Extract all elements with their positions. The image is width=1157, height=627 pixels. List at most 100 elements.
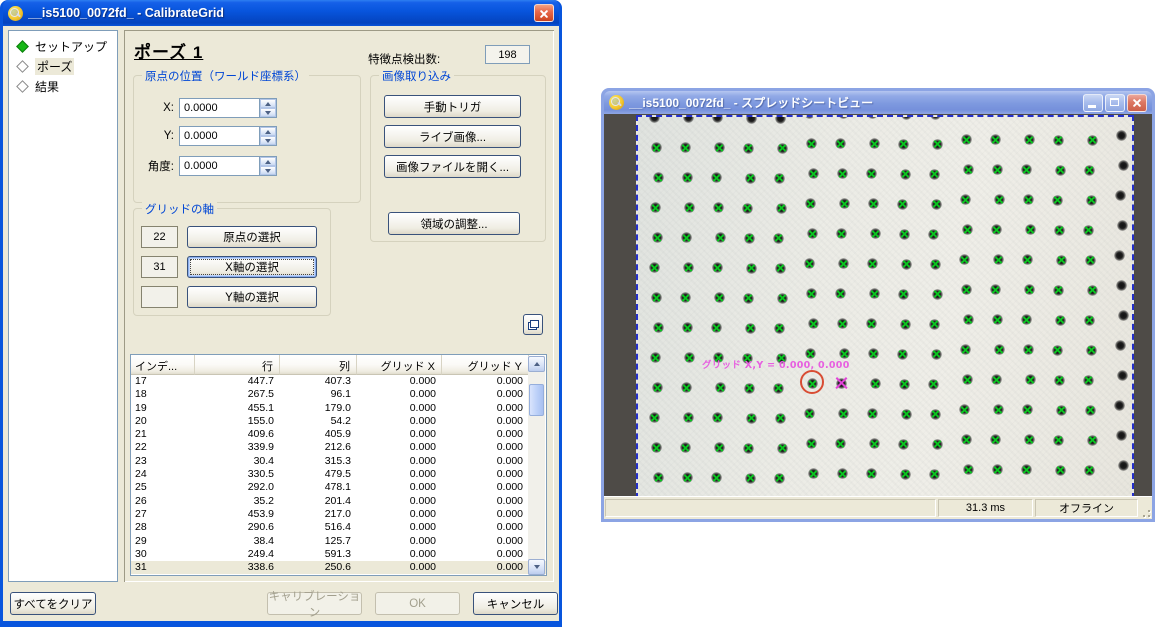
feature-mark-icon — [1024, 134, 1035, 145]
close-button[interactable] — [534, 4, 554, 22]
cancel-button[interactable]: キャンセル — [473, 592, 558, 615]
calibration-grid-image[interactable]: グリッド X,Y = 0.000, 0.000 — [636, 115, 1134, 496]
grid-coordinate-annotation: グリッド X,Y = 0.000, 0.000 — [702, 357, 850, 371]
column-header[interactable]: グリッド Y — [442, 355, 529, 375]
minimize-button[interactable] — [1083, 94, 1103, 112]
column-header[interactable]: グリッド X — [357, 355, 442, 375]
column-header[interactable]: インデ... — [131, 355, 195, 375]
table-cell: 96.1 — [280, 388, 357, 401]
feature-mark-icon — [650, 202, 661, 213]
table-row[interactable]: 22339.9212.60.0000.000 — [131, 441, 546, 454]
feature-mark-icon — [1056, 405, 1067, 416]
spin-up-button[interactable] — [260, 157, 276, 166]
table-row[interactable]: 25292.0478.10.0000.000 — [131, 481, 546, 494]
table-row[interactable]: 31338.6250.60.0000.000 — [131, 561, 546, 574]
feature-mark-icon — [1025, 224, 1036, 235]
scrollbar-thumb[interactable] — [529, 384, 544, 416]
grid-dot — [745, 473, 756, 484]
sidebar-item[interactable]: セットアップ — [9, 36, 117, 56]
axis-count-field[interactable]: 31 — [141, 256, 178, 278]
spin-up-button[interactable] — [260, 99, 276, 108]
column-header[interactable]: 列 — [280, 355, 357, 375]
adjust-region-button[interactable]: 領域の調整... — [388, 212, 520, 235]
table-row[interactable]: 18267.596.10.0000.000 — [131, 388, 546, 401]
numeric-input[interactable]: 0.0000 — [179, 98, 277, 118]
table-row[interactable]: 2938.4125.70.0000.000 — [131, 535, 546, 548]
field-label: 角度: — [134, 158, 174, 174]
numeric-input[interactable]: 0.0000 — [179, 156, 277, 176]
spin-down-button[interactable] — [260, 136, 276, 145]
grid-dot — [746, 413, 757, 424]
title-bar[interactable]: __is5100_0072fd_ - CalibrateGrid — [3, 0, 559, 26]
feature-mark-icon — [837, 318, 848, 329]
spinner-buttons[interactable] — [259, 157, 276, 175]
numeric-input[interactable]: 0.0000 — [179, 126, 277, 146]
table-cell: 0.000 — [357, 508, 442, 521]
spinner-buttons[interactable] — [259, 127, 276, 145]
table-row[interactable]: 27453.9217.00.0000.000 — [131, 508, 546, 521]
capture-button[interactable]: 手動トリガ — [384, 95, 521, 118]
resize-grip[interactable] — [1139, 497, 1152, 519]
table-cell: 54.2 — [280, 415, 357, 428]
column-header[interactable]: 行 — [195, 355, 280, 375]
spreadsheet-view-window: __is5100_0072fd_ - スプレッドシートビュー グリッド X,Y … — [601, 88, 1155, 522]
grid-dot — [1084, 165, 1095, 176]
sidebar-item[interactable]: ポーズ — [9, 56, 117, 76]
grid-dot — [1114, 400, 1125, 411]
title-bar[interactable]: __is5100_0072fd_ - スプレッドシートビュー — [604, 91, 1152, 114]
feature-mark-icon — [746, 413, 757, 424]
setup-steps-list[interactable]: セットアップポーズ結果 — [8, 30, 118, 582]
table-row[interactable]: 2635.2201.40.0000.000 — [131, 495, 546, 508]
table-row[interactable]: 17447.7407.30.0000.000 — [131, 375, 546, 388]
table-row[interactable]: 2330.4315.30.0000.000 — [131, 455, 546, 468]
table-cell: 409.6 — [195, 428, 280, 441]
table-cell: 250.6 — [280, 561, 357, 574]
spin-up-button[interactable] — [260, 127, 276, 136]
grid-dot — [651, 292, 662, 303]
sidebar-item[interactable]: 結果 — [9, 76, 117, 96]
grid-dot — [806, 138, 817, 149]
feature-mark-icon — [714, 142, 725, 153]
axis-count-field[interactable]: 22 — [141, 226, 178, 248]
axis-select-button[interactable]: X軸の選択 — [187, 256, 317, 278]
spin-down-button[interactable] — [260, 166, 276, 175]
table-row[interactable]: 19455.1179.00.0000.000 — [131, 402, 546, 415]
clear-all-button[interactable]: すべてをクリア — [10, 592, 96, 615]
maximize-button[interactable] — [1105, 94, 1125, 112]
grid-dot — [804, 408, 815, 419]
grid-dot — [651, 442, 662, 453]
feature-mark-icon — [898, 439, 909, 450]
feature-mark-icon — [776, 203, 787, 214]
table-cell: 405.9 — [280, 428, 357, 441]
grid-dot — [746, 115, 757, 124]
table-row[interactable]: 20155.054.20.0000.000 — [131, 415, 546, 428]
table-row[interactable]: 21409.6405.90.0000.000 — [131, 428, 546, 441]
axis-select-button[interactable]: Y軸の選択 — [187, 286, 317, 308]
table-row[interactable]: 28290.6516.40.0000.000 — [131, 521, 546, 534]
close-button[interactable] — [1127, 94, 1147, 112]
capture-button[interactable]: ライブ画像... — [384, 125, 521, 148]
copy-table-button[interactable] — [523, 314, 543, 335]
axis-count-field[interactable] — [141, 286, 178, 308]
grid-dot — [901, 259, 912, 270]
feature-mark-icon — [835, 438, 846, 449]
table-cell: 26 — [131, 495, 195, 508]
grid-dot — [653, 472, 664, 483]
table-scrollbar[interactable] — [528, 356, 545, 575]
spin-down-button[interactable] — [260, 108, 276, 117]
scroll-down-button[interactable] — [528, 559, 545, 575]
table-row[interactable]: 24330.5479.50.0000.000 — [131, 468, 546, 481]
feature-mark-icon — [901, 409, 912, 420]
grid-dot — [992, 164, 1003, 175]
capture-button[interactable]: 画像ファイルを開く... — [384, 155, 521, 178]
calibrate-button[interactable]: キャリブレーション — [267, 592, 362, 615]
pose-panel: ポーズ 1 特徴点検出数: 198 原点の位置（ワールド座標系） X:0.000… — [124, 30, 554, 582]
table-row[interactable]: 30249.4591.30.0000.000 — [131, 548, 546, 561]
grid-dot — [1053, 135, 1064, 146]
grid-dot — [960, 344, 971, 355]
grid-dot — [683, 262, 694, 273]
scroll-up-button[interactable] — [528, 356, 545, 372]
ok-button[interactable]: OK — [375, 592, 460, 615]
axis-select-button[interactable]: 原点の選択 — [187, 226, 317, 248]
spinner-buttons[interactable] — [259, 99, 276, 117]
